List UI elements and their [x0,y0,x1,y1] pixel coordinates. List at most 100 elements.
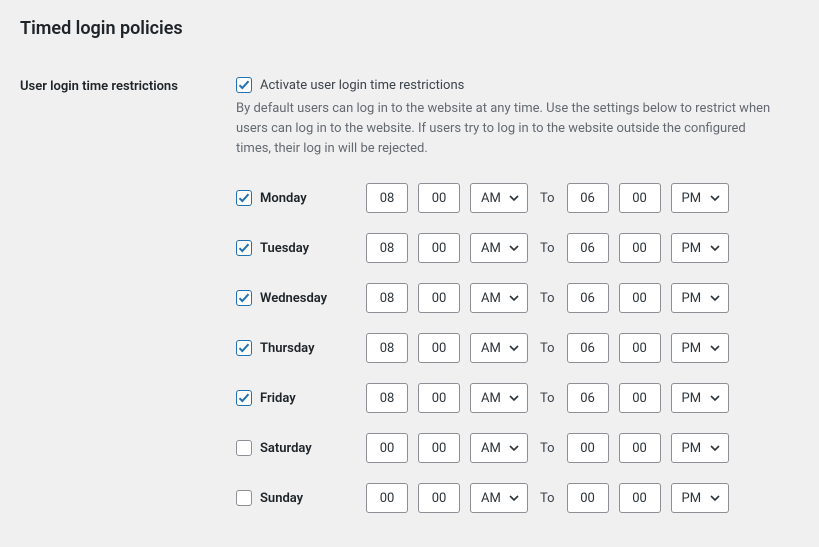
from-hour-input[interactable] [366,483,408,513]
activate-label: Activate user login time restrictions [260,78,464,93]
day-name: Wednesday [260,291,327,306]
to-minute-input[interactable] [619,183,661,213]
section-content: Activate user login time restrictions By… [236,77,799,533]
from-ampm-select[interactable]: AM [470,283,528,313]
to-hour-input[interactable] [567,333,609,363]
from-minute-input[interactable] [418,483,460,513]
to-label: To [538,191,557,206]
day-checkbox[interactable] [236,240,252,256]
day-row: Wednesday AM To PM [236,283,799,313]
select-value: PM [682,391,702,406]
to-minute-input[interactable] [619,283,661,313]
to-ampm-select[interactable]: PM [671,383,729,413]
to-hour-input[interactable] [567,283,609,313]
check-icon [238,242,250,254]
to-minute-input[interactable] [619,333,661,363]
from-hour-input[interactable] [366,183,408,213]
day-checkbox[interactable] [236,440,252,456]
from-minute-input[interactable] [418,383,460,413]
day-checkbox[interactable] [236,390,252,406]
to-minute-input[interactable] [619,383,661,413]
select-value: AM [481,241,501,256]
time-controls: AM To PM [366,283,729,313]
to-ampm-select[interactable]: PM [671,233,729,263]
from-minute-input[interactable] [418,183,460,213]
time-controls: AM To PM [366,383,729,413]
chevron-down-icon [509,245,519,251]
to-minute-input[interactable] [619,433,661,463]
to-hour-input[interactable] [567,483,609,513]
to-ampm-select[interactable]: PM [671,183,729,213]
from-hour-input[interactable] [366,283,408,313]
to-label: To [538,291,557,306]
chevron-down-icon [509,395,519,401]
select-value: PM [682,291,702,306]
day-check-label: Sunday [236,490,366,506]
chevron-down-icon [710,195,720,201]
time-restrictions-section: User login time restrictions Activate us… [20,77,799,533]
select-value: PM [682,191,702,206]
to-minute-input[interactable] [619,483,661,513]
from-hour-input[interactable] [366,333,408,363]
from-ampm-select[interactable]: AM [470,383,528,413]
check-icon [238,79,250,91]
to-minute-input[interactable] [619,233,661,263]
from-minute-input[interactable] [418,333,460,363]
check-icon [238,392,250,404]
to-label: To [538,391,557,406]
chevron-down-icon [509,195,519,201]
day-check-label: Wednesday [236,290,366,306]
day-row: Tuesday AM To PM [236,233,799,263]
chevron-down-icon [710,445,720,451]
day-row: Sunday AM To PM [236,483,799,513]
day-row: Monday AM To PM [236,183,799,213]
to-label: To [538,441,557,456]
select-value: AM [481,341,501,356]
day-name: Sunday [260,491,303,506]
day-name: Thursday [260,341,315,356]
chevron-down-icon [509,445,519,451]
day-name: Friday [260,391,296,406]
from-hour-input[interactable] [366,233,408,263]
from-hour-input[interactable] [366,433,408,463]
select-value: PM [682,241,702,256]
to-hour-input[interactable] [567,183,609,213]
time-controls: AM To PM [366,183,729,213]
to-hour-input[interactable] [567,383,609,413]
from-ampm-select[interactable]: AM [470,233,528,263]
day-checkbox[interactable] [236,190,252,206]
from-ampm-select[interactable]: AM [470,483,528,513]
time-controls: AM To PM [366,333,729,363]
from-ampm-select[interactable]: AM [470,333,528,363]
from-minute-input[interactable] [418,233,460,263]
activate-checkbox[interactable] [236,77,252,93]
day-row: Friday AM To PM [236,383,799,413]
day-check-label: Friday [236,390,366,406]
day-check-label: Tuesday [236,240,366,256]
from-ampm-select[interactable]: AM [470,183,528,213]
time-controls: AM To PM [366,233,729,263]
to-label: To [538,341,557,356]
day-checkbox[interactable] [236,490,252,506]
day-checkbox[interactable] [236,340,252,356]
chevron-down-icon [710,245,720,251]
to-ampm-select[interactable]: PM [671,483,729,513]
chevron-down-icon [710,395,720,401]
day-checkbox[interactable] [236,290,252,306]
to-label: To [538,491,557,506]
from-hour-input[interactable] [366,383,408,413]
to-ampm-select[interactable]: PM [671,283,729,313]
to-label: To [538,241,557,256]
from-minute-input[interactable] [418,433,460,463]
to-hour-input[interactable] [567,233,609,263]
select-value: AM [481,191,501,206]
time-controls: AM To PM [366,433,729,463]
day-row: SaturdayAMToPM [236,433,799,463]
day-name: Tuesday [260,241,309,256]
day-check-label: Monday [236,190,366,206]
to-ampm-select[interactable]: PM [671,333,729,363]
from-ampm-select[interactable]: AM [470,433,528,463]
to-ampm-select[interactable]: PM [671,433,729,463]
from-minute-input[interactable] [418,283,460,313]
to-hour-input[interactable] [567,433,609,463]
